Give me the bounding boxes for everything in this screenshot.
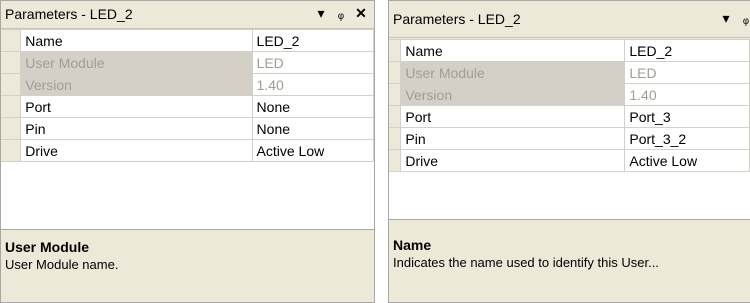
property-name: User Module xyxy=(20,51,253,74)
property-row-port[interactable]: Port None xyxy=(1,95,374,118)
property-row-user-module[interactable]: User Module LED xyxy=(389,61,750,84)
property-row-version[interactable]: Version 1.40 xyxy=(1,73,374,96)
description-pane: Name Indicates the name used to identify… xyxy=(389,233,750,302)
parameters-panel-right: Parameters - LED_2 ▾ ᵩ ✕ NameLED_2 User … xyxy=(388,0,750,303)
property-value[interactable]: Port_3 xyxy=(624,105,750,128)
panel-title: Parameters - LED_2 xyxy=(393,11,521,27)
property-value[interactable]: None xyxy=(251,117,374,140)
property-row-name[interactable]: Name LED_2 xyxy=(389,39,750,62)
property-value: LED xyxy=(251,51,374,74)
pin-icon[interactable]: ᵩ xyxy=(739,9,750,27)
property-name: Pin xyxy=(400,127,626,150)
property-grid: Name LED_2 User Module LED Version 1.40 Por… xyxy=(389,39,750,220)
property-value[interactable]: LED_2 xyxy=(251,29,374,52)
panel-title: Parameters - LED_2 xyxy=(5,6,133,22)
description-text: Indicates the name used to identify this… xyxy=(393,255,659,270)
property-name: Port xyxy=(20,95,253,118)
property-row-pin[interactable]: Pin Port_3_2 xyxy=(389,127,750,150)
property-name: User Module xyxy=(400,61,626,84)
property-value: 1.40 xyxy=(251,73,374,96)
property-value[interactable]: Port_3_2 xyxy=(624,127,750,150)
property-row-drive[interactable]: Drive Active Low xyxy=(1,139,374,162)
property-value[interactable]: Active Low xyxy=(624,149,750,172)
property-row-version[interactable]: Version 1.40 xyxy=(389,83,750,106)
dropdown-arrow-icon[interactable]: ▾ xyxy=(719,9,733,27)
panel-titlebar: Parameters - LED_2 ▾ ᵩ ✕ xyxy=(1,1,374,29)
property-name: Version xyxy=(400,83,626,106)
dropdown-arrow-icon[interactable]: ▾ xyxy=(314,4,328,22)
description-heading: Name xyxy=(393,237,432,253)
property-value[interactable]: None xyxy=(251,95,374,118)
property-grid: Name LED_2 User Module LED Version 1.40 Por… xyxy=(1,29,374,230)
property-value: LED xyxy=(624,61,750,84)
property-name: Name xyxy=(20,29,253,52)
close-icon[interactable]: ✕ xyxy=(354,4,368,22)
property-value[interactable]: LED_2 xyxy=(624,39,750,62)
property-name: Port xyxy=(400,105,626,128)
pin-icon[interactable]: ᵩ xyxy=(334,4,348,22)
property-value[interactable]: Active Low xyxy=(251,139,374,162)
property-row-name[interactable]: Name LED_2 xyxy=(1,29,374,52)
property-name: Pin xyxy=(20,117,253,140)
property-name: Drive xyxy=(20,139,253,162)
property-name: Drive xyxy=(400,149,626,172)
description-text: User Module name. xyxy=(5,257,119,272)
description-heading: User Module xyxy=(5,239,90,255)
panel-titlebar: Parameters - LED_2 ▾ ᵩ ✕ xyxy=(389,1,750,38)
property-row-user-module[interactable]: User Module LED xyxy=(1,51,374,74)
description-pane: User Module User Module name. xyxy=(1,235,374,302)
property-row-pin[interactable]: Pin None xyxy=(1,117,374,140)
property-value: 1.40 xyxy=(624,83,750,106)
parameters-panel-left: Parameters - LED_2 ▾ ᵩ ✕ Name LED_2 User … xyxy=(0,0,375,303)
property-name: Version xyxy=(20,73,253,96)
property-row-port[interactable]: Port Port_3 xyxy=(389,105,750,128)
property-name: Name xyxy=(400,39,626,62)
property-row-drive[interactable]: Drive Active Low xyxy=(389,149,750,172)
